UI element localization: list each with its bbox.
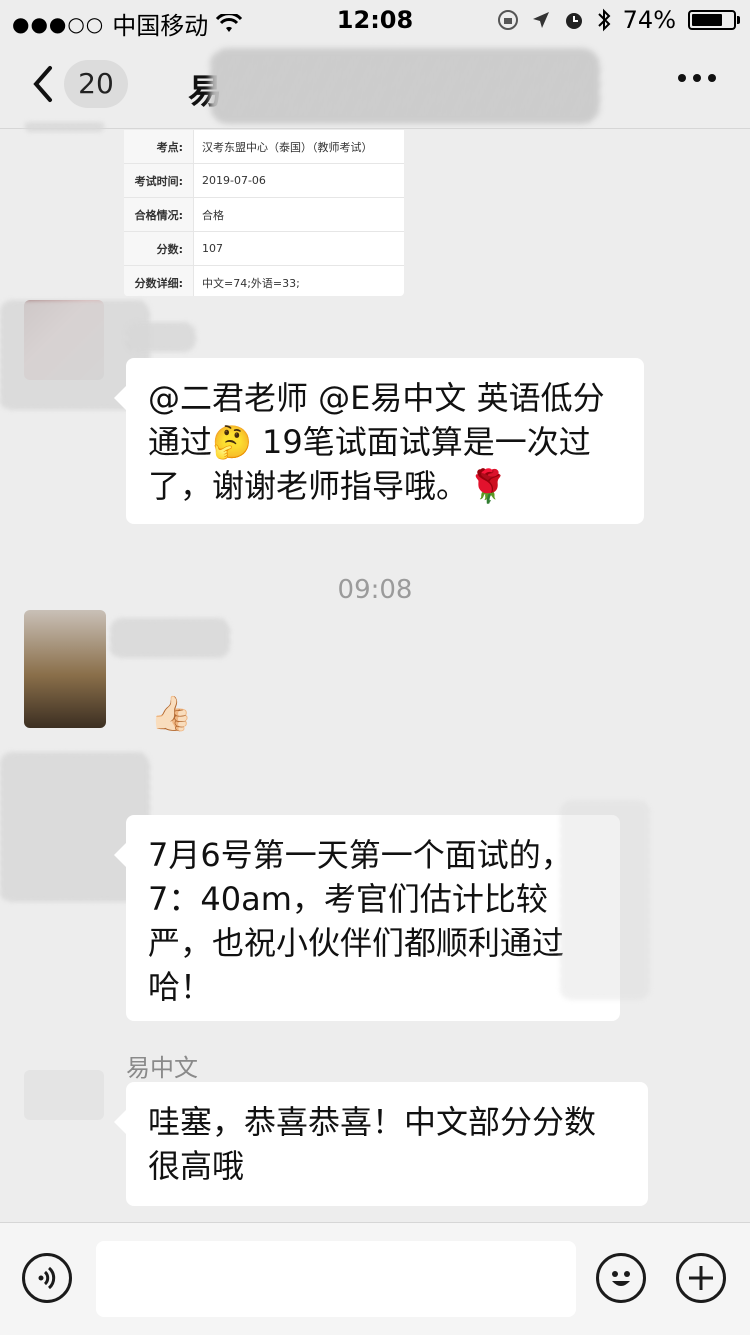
chevron-left-icon[interactable] — [26, 62, 66, 106]
exam-card-key: 考点: — [124, 130, 194, 163]
exam-card-row: 考试时间: 2019-07-06 — [124, 164, 404, 198]
exam-card-value: 汉考东盟中心（泰国）（教师考试） — [202, 140, 373, 154]
battery-icon — [688, 10, 740, 30]
message-bubble[interactable]: 哇塞，恭喜恭喜！中文部分分数很高哦 — [114, 1082, 648, 1206]
avatar[interactable] — [24, 1070, 104, 1120]
message-input[interactable] — [96, 1241, 576, 1317]
chat-timestamp: 09:08 — [337, 575, 413, 605]
exam-card-row: 分数详细: 中文=74;外语=33; — [124, 266, 404, 296]
location-icon — [532, 12, 549, 28]
voice-icon[interactable] — [22, 1253, 72, 1303]
redacted-scribble — [560, 800, 650, 1000]
redacted-avatar — [24, 122, 104, 132]
status-bar: ●●●○○ 中国移动 12:08 74% — [0, 0, 750, 40]
emoji-icon[interactable] — [596, 1253, 646, 1303]
message-bubble[interactable]: 7月6号第一天第一个面试的，7：40am，考官们估计比较严，也祝小伙伴们都顺利通… — [114, 815, 620, 1021]
exam-result-image[interactable]: 考点: 汉考东盟中心（泰国）（教师考试） 考试时间: 2019-07-06 合格情况: 合… — [124, 130, 404, 296]
sender-name: 易中文 — [126, 1054, 198, 1082]
exam-card-value: 合格 — [202, 208, 224, 222]
more-icon[interactable] — [678, 74, 716, 82]
message-bubble[interactable]: @二君老师 @E易中文 英语低分通过🤔 19笔试面试算是一次过了，谢谢老师指导哦… — [114, 358, 644, 524]
exam-card-row: 分数: 107 — [124, 232, 404, 266]
exam-card-key: 考试时间: — [124, 164, 194, 197]
exam-card-key: 分数: — [124, 232, 194, 265]
alarm-icon — [565, 13, 582, 29]
battery-percent: 74% — [622, 6, 676, 34]
avatar[interactable] — [24, 610, 106, 728]
exam-card-row: 合格情况: 合格 — [124, 198, 404, 232]
chat-header: 20 易 — [0, 40, 750, 129]
redacted-name-scribble — [110, 618, 230, 658]
plus-icon[interactable] — [676, 1253, 726, 1303]
lock-rotation-icon — [497, 10, 518, 30]
exam-card-key: 合格情况: — [124, 198, 194, 231]
exam-card-row: 考点: 汉考东盟中心（泰国）（教师考试） — [124, 130, 404, 164]
exam-card-value: 中文=74;外语=33; — [202, 276, 300, 290]
thumbs-up-message[interactable]: 👍🏻 — [150, 694, 192, 734]
unread-count-badge[interactable]: 20 — [64, 60, 128, 108]
redacted-title — [210, 48, 600, 124]
exam-card-value: 2019-07-06 — [202, 174, 266, 187]
input-bar — [0, 1222, 750, 1335]
exam-card-key: 分数详细: — [124, 266, 194, 296]
bluetooth-icon — [597, 8, 611, 32]
exam-card-value: 107 — [202, 242, 223, 255]
